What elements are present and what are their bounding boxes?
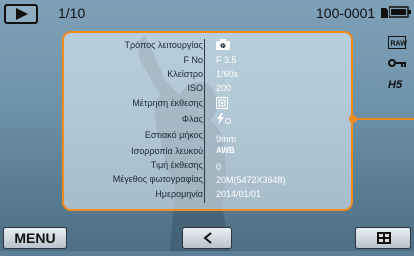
menu-button[interactable]: MENU [3, 227, 67, 249]
share-button[interactable] [182, 227, 232, 249]
play-icon [16, 8, 28, 20]
info-label: Κλείστρο [167, 69, 203, 79]
info-label: Μέγεθος φωτογραφίας [112, 174, 203, 184]
info-value: F 3.5 [216, 55, 237, 65]
info-label: Τρόπος λειτουργίας [124, 40, 203, 50]
key-icon [388, 59, 406, 67]
info-row-flash: Φλας [64, 113, 353, 126]
info-row-metering: Μέτρηση έκθεσης [64, 97, 353, 110]
hs-text: H5 [388, 79, 403, 91]
info-label: Ημερομηνία [155, 189, 203, 199]
share-icon [203, 232, 212, 244]
hs-quality-icon: H5 [388, 79, 403, 91]
info-label: F No [183, 55, 203, 65]
info-row-iso: ISO 200 [64, 82, 353, 95]
info-row-size: Μέγεθος φωτογραφίας 20M(5472X3648) [64, 173, 353, 186]
info-value: 200 [216, 83, 232, 93]
info-row-wb: Ισορροπία λευκού AWB [64, 145, 353, 158]
info-row-date: Ημερομηνία 2014/01/01 [64, 188, 353, 201]
info-value: AWB [216, 146, 235, 155]
info-value: 0 [216, 162, 222, 172]
info-row-ev: Τιμή έκθεσης 0 [64, 159, 353, 172]
battery-icon [389, 6, 411, 18]
info-row-fno: F No F 3.5 [64, 54, 353, 67]
flash-icon [217, 113, 231, 125]
file-number: 100-0001 [316, 5, 376, 21]
grid-icon [377, 232, 391, 244]
info-label: Μέτρηση έκθεσης [132, 98, 203, 108]
memory-card-icon [381, 8, 388, 18]
playback-mode-button[interactable] [4, 4, 38, 24]
info-label: Φλας [181, 114, 203, 124]
info-label: Τιμή έκθεσης [150, 160, 203, 170]
info-row-shutter: Κλείστρο 1/60s [64, 68, 353, 81]
thumbnail-view-button[interactable] [355, 227, 411, 249]
info-label: Ισορροπία λευκού [131, 146, 203, 156]
info-value: 20M(5472X3648) [216, 175, 286, 185]
info-value: 9mm [216, 134, 236, 144]
info-row-mode: Τρόπος λειτουργίας P [64, 39, 353, 52]
raw-text: RAW [391, 41, 408, 48]
image-counter: 1/10 [58, 5, 86, 21]
info-row-focal: Εστιακό μήκος 9mm [64, 129, 353, 144]
metering-icon [216, 97, 228, 109]
callout-dot [349, 115, 357, 123]
info-label: Εστιακό μήκος [144, 130, 203, 140]
top-status-bar: 1/10 100-0001 [0, 0, 414, 26]
info-value: 2014/01/01 [216, 189, 262, 199]
info-label: ISO [187, 83, 203, 93]
callout-line [353, 118, 414, 120]
info-value: 1/60s [216, 69, 239, 79]
raw-icon: RAW [388, 36, 408, 49]
shooting-info-panel: Τρόπος λειτουργίας P F No F 3.5 Κλείστρο… [62, 31, 353, 211]
camera-mode-icon: P [216, 39, 230, 50]
